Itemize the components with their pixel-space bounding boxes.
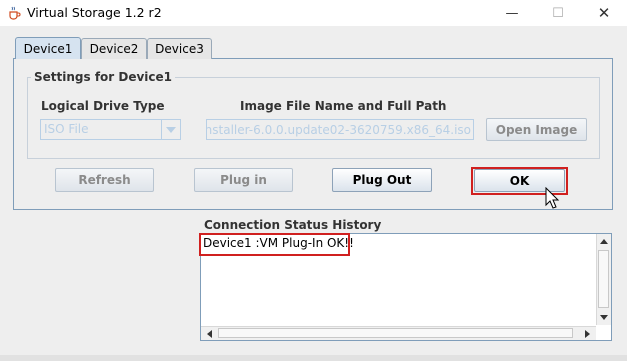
- refresh-label: Refresh: [78, 173, 131, 187]
- horizontal-scroll-thumb[interactable]: [218, 328, 573, 338]
- drive-type-value: ISO File: [44, 122, 89, 136]
- close-button[interactable]: ✕: [581, 0, 627, 26]
- tab-device3[interactable]: Device3: [147, 38, 212, 59]
- mouse-pointer-icon: [545, 186, 561, 211]
- image-path-label: Image File Name and Full Path: [240, 99, 447, 113]
- tab-device1[interactable]: Device1: [15, 37, 81, 59]
- plug-out-label: Plug Out: [352, 173, 412, 187]
- settings-group-title: Settings for Device1: [31, 70, 176, 84]
- maximize-icon: ☐: [552, 5, 564, 21]
- open-image-label: Open Image: [495, 122, 578, 137]
- tab-label: Device2: [89, 42, 139, 56]
- plug-out-button[interactable]: Plug Out: [332, 168, 432, 192]
- triangle-right-icon[interactable]: [580, 327, 594, 340]
- close-icon: ✕: [597, 4, 611, 22]
- vertical-scroll-thumb[interactable]: [598, 250, 609, 308]
- status-history-title: Connection Status History: [201, 218, 385, 232]
- refresh-button[interactable]: Refresh: [55, 168, 154, 192]
- taskbar-strip: [0, 355, 627, 361]
- triangle-up-icon[interactable]: [597, 235, 611, 248]
- chevron-down-icon[interactable]: [161, 120, 180, 139]
- maximize-button[interactable]: ☐: [535, 0, 581, 26]
- status-highlight-box: [199, 233, 350, 256]
- minimize-button[interactable]: —: [489, 0, 535, 26]
- triangle-left-icon[interactable]: [202, 327, 216, 340]
- triangle-down-icon[interactable]: [597, 311, 611, 324]
- plug-in-button[interactable]: Plug in: [194, 168, 293, 192]
- tab-label: Device3: [155, 42, 204, 56]
- minimize-icon: —: [505, 5, 519, 21]
- image-path-value: ...or-Installer-6.0.0.update02-3620759.x…: [206, 123, 471, 137]
- tab-device2[interactable]: Device2: [81, 38, 147, 59]
- drive-type-label: Logical Drive Type: [41, 99, 165, 113]
- plug-in-label: Plug in: [220, 173, 267, 187]
- image-path-field[interactable]: ...or-Installer-6.0.0.update02-3620759.x…: [206, 119, 474, 140]
- window-title: Virtual Storage 1.2 r2: [27, 5, 162, 20]
- java-cup-icon: [7, 6, 21, 20]
- open-image-button[interactable]: Open Image: [486, 118, 587, 141]
- tab-label: Device1: [23, 41, 73, 56]
